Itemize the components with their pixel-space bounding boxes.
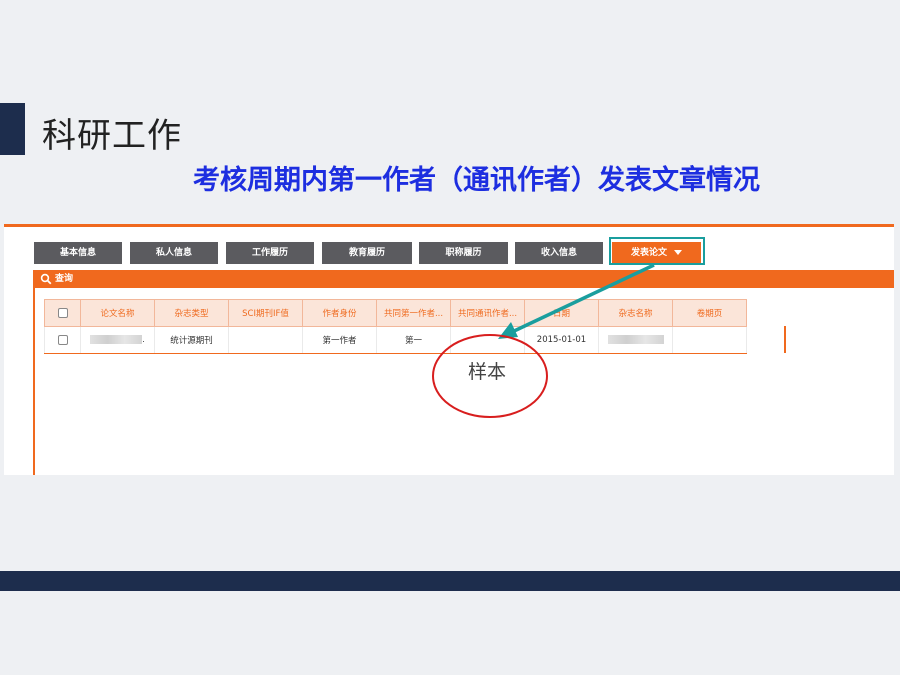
sample-label: 样本 xyxy=(468,361,507,383)
callout-arrow-line xyxy=(511,263,655,334)
annotation-overlay xyxy=(432,263,655,418)
